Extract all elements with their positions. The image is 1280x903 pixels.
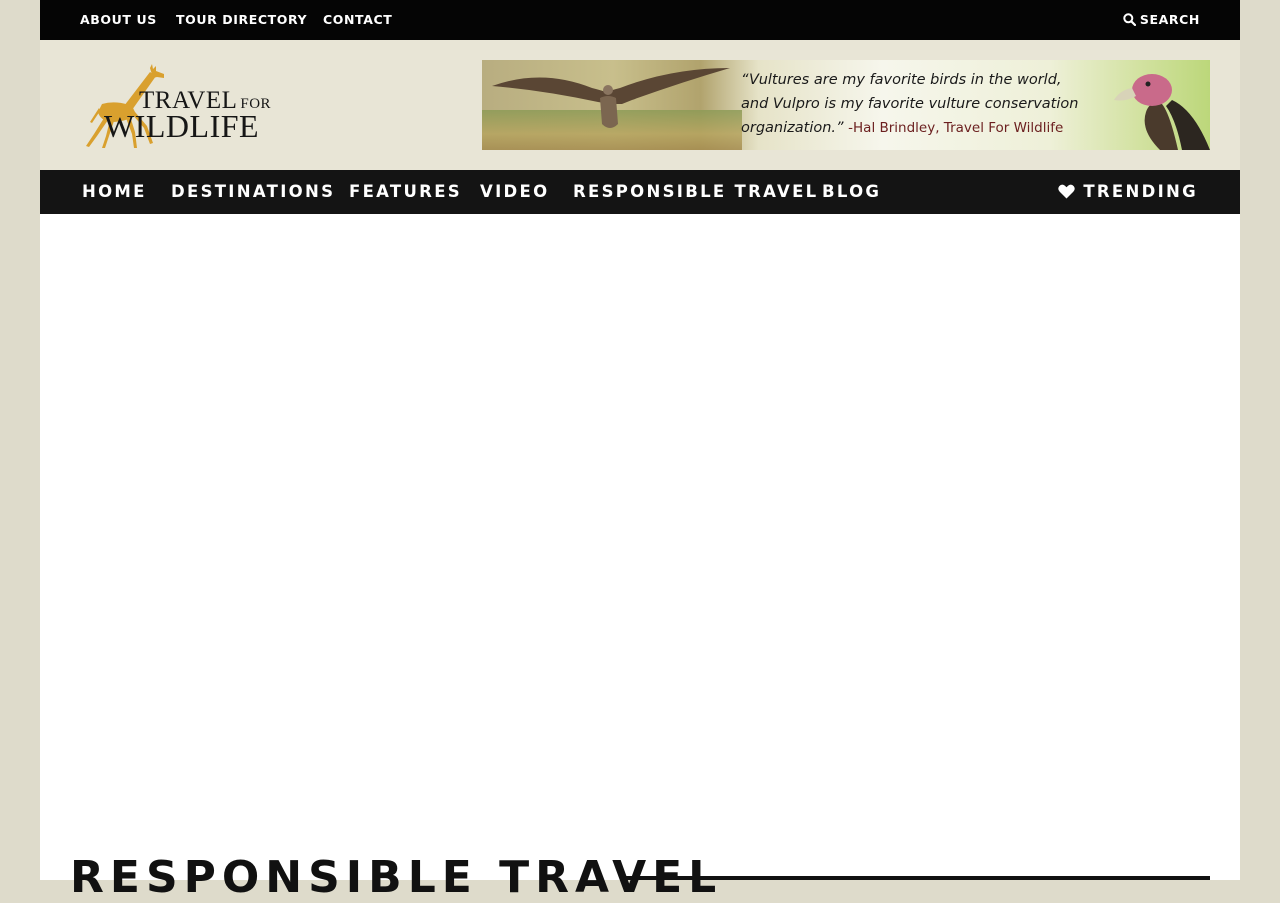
quote-line-2: and Vulpro is my favorite vulture conser… <box>741 96 1079 112</box>
flying-vulture-image <box>492 68 730 128</box>
trending-label: TRENDING <box>1083 182 1198 201</box>
search-icon <box>1123 13 1137 27</box>
heart-icon <box>1058 184 1076 199</box>
main-nav: HOME DESTINATIONS FEATURES VIDEO RESPONS… <box>40 170 1240 214</box>
search-button[interactable]: SEARCH <box>1123 0 1200 40</box>
banner-quote: “Vultures are my favorite birds in the w… <box>741 68 1101 140</box>
top-bar: ABOUT US TOUR DIRECTORY CONTACT SEARCH <box>40 0 1240 40</box>
contact-link[interactable]: CONTACT <box>323 0 392 40</box>
tour-directory-link[interactable]: TOUR DIRECTORY <box>176 0 307 40</box>
quote-line-3: organization.” -Hal Brindley, Travel For… <box>741 120 1064 136</box>
section-divider <box>624 876 1210 880</box>
logo-text-wildlife: WILDLIFE <box>104 108 260 144</box>
page-container: ABOUT US TOUR DIRECTORY CONTACT SEARCH T… <box>40 0 1240 903</box>
nav-responsible-travel[interactable]: RESPONSIBLE TRAVEL <box>573 170 818 214</box>
site-logo[interactable]: TRAVEL FOR WILDLIFE <box>80 64 290 148</box>
vulture-portrait-image <box>1114 74 1210 150</box>
site-header: TRAVEL FOR WILDLIFE “Vultures are my favo… <box>40 40 1240 170</box>
nav-home[interactable]: HOME <box>82 170 147 214</box>
nav-destinations[interactable]: DESTINATIONS <box>171 170 335 214</box>
nav-video[interactable]: VIDEO <box>480 170 549 214</box>
quote-author: -Hal Brindley, Travel For Wildlife <box>848 120 1064 136</box>
search-label: SEARCH <box>1139 12 1200 27</box>
vulpro-ad-banner[interactable]: “Vultures are my favorite birds in the w… <box>482 60 1210 150</box>
nav-blog[interactable]: BLOG <box>822 170 881 214</box>
quote-line-1: “Vultures are my favorite birds in the w… <box>741 72 1062 88</box>
nav-features[interactable]: FEATURES <box>349 170 462 214</box>
about-us-link[interactable]: ABOUT US <box>80 0 157 40</box>
trending-button[interactable]: TRENDING <box>1058 170 1198 214</box>
